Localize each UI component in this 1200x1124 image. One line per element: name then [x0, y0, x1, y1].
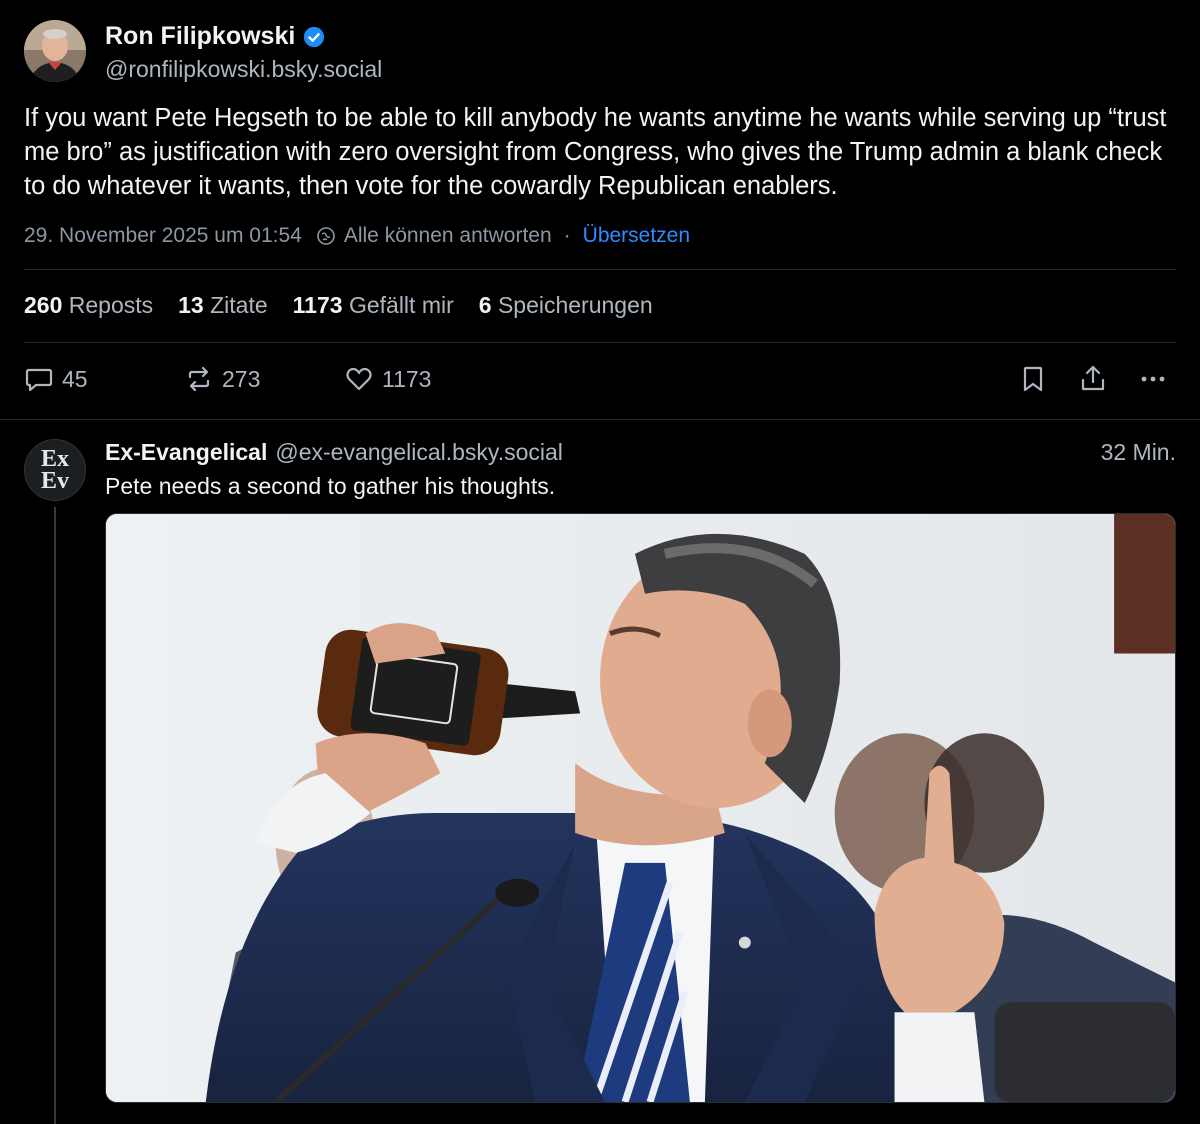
like-button[interactable]: 1173: [344, 364, 431, 394]
heart-icon: [346, 367, 372, 391]
share-button[interactable]: [1078, 364, 1108, 394]
saves-label: Speicherungen: [497, 292, 653, 318]
post-timestamp[interactable]: 29. November 2025 um 01:54: [24, 224, 302, 248]
post-actions: 45 273 1173: [24, 364, 1176, 398]
post-stats: 260 Reposts 13 Zitate 1173 Gefällt mir 6…: [24, 292, 653, 319]
reply-image[interactable]: [105, 513, 1176, 1103]
reply-author-name[interactable]: Ex-Evangelical: [105, 439, 267, 466]
translate-link[interactable]: Übersetzen: [583, 224, 690, 248]
repost-icon: [188, 366, 210, 392]
quotes-stat[interactable]: 13 Zitate: [178, 292, 268, 319]
likes-count: 1173: [292, 292, 343, 318]
reply-button[interactable]: 45: [24, 364, 88, 394]
reply-time[interactable]: 32 Min.: [1101, 439, 1176, 466]
likes-label: Gefällt mir: [348, 292, 454, 318]
reply-header: Ex-Evangelical @ex-evangelical.bsky.soci…: [105, 439, 563, 466]
saves-count: 6: [478, 292, 492, 318]
author-name[interactable]: Ron Filipkowski: [105, 22, 325, 51]
divider: [24, 269, 1176, 270]
reply-author-handle[interactable]: @ex-evangelical.bsky.social: [275, 439, 563, 466]
like-count: 1173: [382, 365, 432, 392]
quotes-count: 13: [178, 292, 204, 318]
thread-line: [54, 507, 56, 1124]
post-text: If you want Pete Hegseth to be able to k…: [24, 104, 1167, 200]
divider: [24, 342, 1176, 343]
author-handle[interactable]: @ronfilipkowski.bsky.social: [105, 56, 382, 83]
reply-count: 45: [62, 365, 88, 392]
likes-stat[interactable]: 1173 Gefällt mir: [293, 292, 454, 319]
quotes-label: Zitate: [210, 292, 268, 318]
repost-count: 273: [222, 365, 261, 392]
reply-icon: [25, 368, 53, 392]
author-name-text[interactable]: Ron Filipkowski: [105, 22, 295, 51]
reposts-stat[interactable]: 260 Reposts: [24, 292, 153, 319]
more-icon: [1141, 376, 1165, 382]
main-post: Ron Filipkowski @ronfilipkowski.bsky.soc…: [0, 0, 1200, 420]
reposts-count: 260: [24, 292, 63, 318]
saves-stat[interactable]: 6 Speicherungen: [479, 292, 653, 319]
verified-badge-icon: [304, 26, 325, 47]
post-meta: 29. November 2025 um 01:54 Alle können a…: [24, 224, 690, 248]
reply-avatar-text-top: Ex: [40, 446, 69, 472]
reposts-label: Reposts: [68, 292, 154, 318]
reply-avatar-text-bottom: Ev: [40, 468, 69, 494]
meta-separator: ·: [563, 224, 571, 247]
reply-setting-icon: [317, 227, 335, 245]
reply-image-illustration: [106, 514, 1175, 1102]
reply-text: Pete needs a second to gather his though…: [105, 473, 556, 499]
more-options-button[interactable]: [1138, 364, 1168, 394]
repost-button[interactable]: 273: [184, 364, 260, 394]
reply-avatar[interactable]: Ex Ev: [24, 439, 86, 501]
share-icon: [1081, 365, 1105, 391]
bookmark-button[interactable]: [1018, 364, 1048, 394]
author-avatar[interactable]: [24, 20, 86, 82]
reply-setting-text: Alle können antworten: [343, 224, 552, 247]
reply-post[interactable]: Ex Ev Ex-Evangelical @ex-evangelical.bsk…: [0, 421, 1200, 1124]
bookmark-icon: [1023, 366, 1043, 392]
